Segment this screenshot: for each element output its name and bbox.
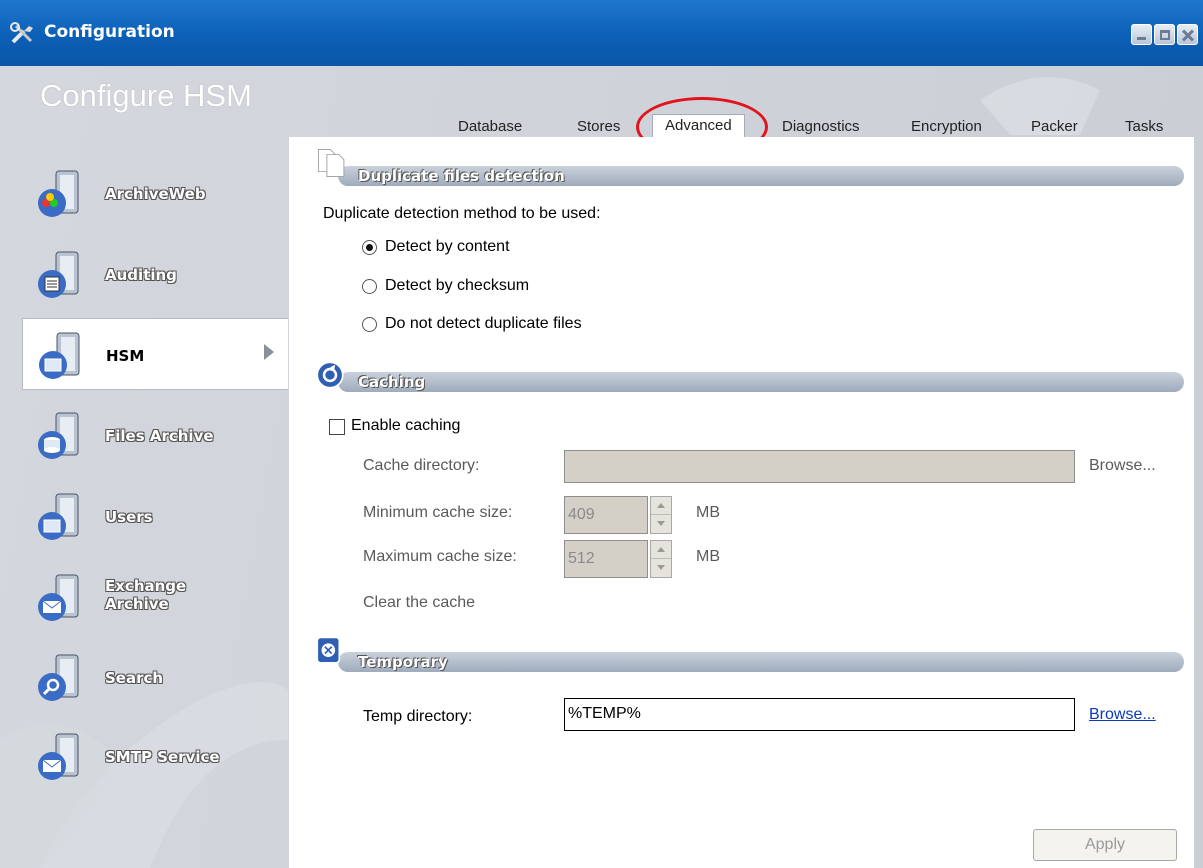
sidebar-item-archiveweb[interactable]: ArchiveWeb	[0, 157, 288, 227]
users-icon	[38, 493, 79, 540]
max-cache-unit: MB	[696, 548, 720, 565]
tab-stores[interactable]: Stores	[577, 118, 620, 135]
close-button[interactable]	[1177, 24, 1198, 45]
section-title: Caching	[358, 373, 426, 391]
sidebar-item-label: Search	[105, 669, 164, 687]
files-archive-icon	[38, 412, 79, 459]
min-cache-size-stepper[interactable]	[650, 496, 672, 534]
min-cache-size-label: Minimum cache size:	[363, 504, 513, 521]
minimize-button[interactable]	[1131, 24, 1152, 45]
max-cache-size-label: Maximum cache size:	[363, 548, 517, 565]
sidebar-item-label: HSM	[106, 347, 145, 365]
tab-database[interactable]: Database	[458, 118, 522, 135]
caching-icon	[316, 361, 344, 389]
duplicate-files-icon	[317, 148, 345, 178]
section-header-bar	[338, 372, 1184, 392]
tab-encryption[interactable]: Encryption	[911, 118, 982, 135]
sidebar-item-label: ArchiveWeb	[105, 185, 206, 203]
tab-diagnostics[interactable]: Diagnostics	[782, 118, 860, 135]
min-cache-unit: MB	[696, 504, 720, 521]
auditing-icon	[38, 251, 79, 298]
temp-directory-input[interactable]: %TEMP%	[564, 698, 1075, 731]
cache-browse-button[interactable]: Browse...	[1089, 457, 1156, 475]
hsm-icon	[39, 332, 80, 379]
clear-cache-link[interactable]: Clear the cache	[363, 594, 475, 612]
temporary-icon	[316, 636, 341, 664]
smtp-service-icon	[38, 733, 79, 780]
tab-packer[interactable]: Packer	[1031, 118, 1078, 135]
page-title: Configure HSM	[40, 78, 252, 113]
enable-caching-checkbox[interactable]	[329, 419, 345, 435]
chevron-right-icon	[264, 344, 274, 360]
apply-button[interactable]: Apply	[1033, 829, 1177, 861]
no-detection-radio[interactable]	[362, 317, 377, 332]
maximize-button[interactable]	[1154, 24, 1175, 45]
max-cache-size-input[interactable]: 512	[564, 540, 648, 578]
sidebar-item-users[interactable]: Users	[0, 480, 288, 550]
sidebar-item-label: Files Archive	[105, 427, 214, 445]
sidebar-item-auditing[interactable]: Auditing	[0, 238, 288, 308]
stepper-up-icon[interactable]	[651, 497, 671, 515]
detect-by-content-label[interactable]: Detect by content	[385, 238, 510, 256]
section-title: Temporary	[358, 653, 448, 671]
section-temporary: Temporary	[306, 636, 1184, 674]
stepper-up-icon[interactable]	[651, 541, 671, 559]
sidebar-item-hsm[interactable]: HSM	[22, 318, 288, 390]
tools-icon	[10, 22, 33, 44]
section-header-bar	[338, 652, 1184, 672]
tab-tasks[interactable]: Tasks	[1125, 118, 1163, 135]
sidebar-item-search[interactable]: Search	[0, 641, 288, 711]
stepper-down-icon[interactable]	[651, 515, 671, 533]
window-title: Configuration	[44, 22, 175, 42]
minimize-icon	[1137, 37, 1146, 40]
section-duplicate-detection: Duplicate files detection	[306, 148, 1184, 188]
detect-by-checksum-label[interactable]: Detect by checksum	[385, 277, 529, 295]
archiveweb-icon	[38, 170, 79, 217]
temp-directory-label: Temp directory:	[363, 708, 473, 725]
sidebar-item-exchange-archive[interactable]: Exchange Archive	[0, 561, 288, 631]
detect-by-content-radio[interactable]	[362, 240, 377, 255]
no-detection-label[interactable]: Do not detect duplicate files	[385, 315, 582, 333]
stepper-down-icon[interactable]	[651, 559, 671, 577]
sidebar-item-label: Users	[105, 508, 153, 526]
exchange-archive-icon	[38, 574, 79, 621]
max-cache-size-stepper[interactable]	[650, 540, 672, 578]
cache-directory-label: Cache directory:	[363, 457, 480, 474]
enable-caching-label[interactable]: Enable caching	[351, 417, 460, 435]
section-title: Duplicate files detection	[358, 167, 565, 185]
duplicate-method-label: Duplicate detection method to be used:	[323, 205, 601, 222]
sidebar-item-files-archive[interactable]: Files Archive	[0, 399, 288, 469]
sidebar-item-label: Auditing	[105, 266, 177, 284]
sidebar-item-smtp-service[interactable]: SMTP Service	[0, 720, 288, 790]
section-caching: Caching	[306, 361, 1184, 394]
search-icon	[38, 654, 79, 701]
min-cache-size-input[interactable]: 409	[564, 496, 648, 534]
maximize-icon	[1160, 30, 1170, 40]
sidebar-item-label: SMTP Service	[105, 748, 220, 766]
cache-directory-input[interactable]	[564, 450, 1075, 483]
title-bar: Configuration	[0, 0, 1203, 66]
sidebar-item-label: Exchange Archive	[105, 577, 187, 613]
detect-by-checksum-radio[interactable]	[362, 279, 377, 294]
temp-browse-link[interactable]: Browse...	[1089, 706, 1156, 724]
